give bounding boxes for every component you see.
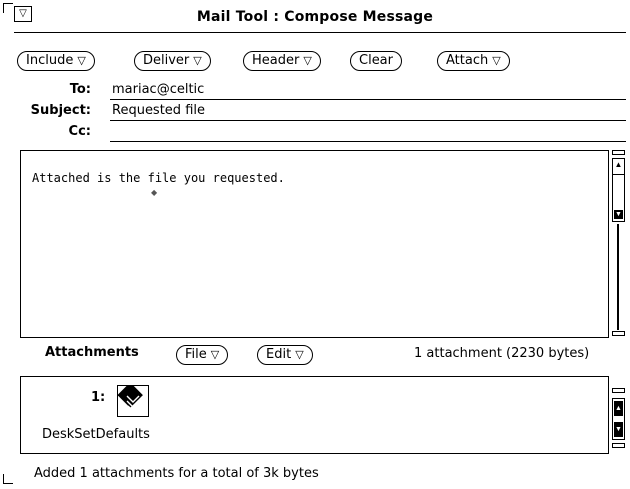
to-field-underline — [110, 99, 626, 100]
scrollbar-top-cap[interactable] — [612, 150, 625, 155]
scrollbar-thumb[interactable]: ▲ ▼ — [612, 398, 625, 440]
deliver-button[interactable]: Deliver ▽ — [134, 51, 211, 71]
scroll-down-arrow-icon[interactable]: ▼ — [614, 210, 623, 219]
cc-field-underline — [110, 141, 626, 142]
title-divider — [14, 32, 626, 33]
desk-set-icon-graphic — [117, 382, 143, 412]
clear-button-label: Clear — [359, 53, 393, 68]
status-message: Added 1 attachments for a total of 3k by… — [34, 466, 319, 481]
file-button-label: File — [185, 347, 207, 362]
scrollbar-track[interactable] — [617, 224, 619, 330]
attachment-summary: 1 attachment (2230 bytes) — [414, 346, 590, 361]
text-cursor-icon: ◆ — [151, 188, 158, 197]
scrollbar-thumb[interactable]: ▼ — [612, 175, 625, 222]
header-button-label: Header — [252, 53, 300, 68]
message-body-text[interactable]: Attached is the file you requested. — [32, 171, 285, 185]
include-button-label: Include — [26, 53, 74, 68]
scrollbar-bottom-cap[interactable] — [612, 443, 625, 448]
desk-set-file-icon[interactable] — [117, 382, 149, 417]
attachment-index: 1: — [91, 390, 106, 405]
edit-menu-button[interactable]: Edit ▽ — [257, 345, 313, 365]
attach-button-label: Attach — [446, 53, 489, 68]
attachments-scrollbar[interactable]: ▲ ▼ — [612, 388, 625, 456]
scrollbar-bottom-cap[interactable] — [612, 331, 625, 336]
attach-button[interactable]: Attach ▽ — [437, 51, 510, 71]
chevron-down-icon: ▽ — [77, 54, 86, 67]
include-button[interactable]: Include ▽ — [17, 51, 95, 71]
chevron-down-icon: ▽ — [492, 54, 501, 67]
file-menu-button[interactable]: File ▽ — [176, 345, 229, 365]
deliver-button-label: Deliver — [143, 53, 190, 68]
clear-button[interactable]: Clear — [350, 51, 402, 71]
window-corner-bottom-left — [3, 474, 13, 484]
cc-label: Cc: — [68, 124, 91, 139]
chevron-down-icon: ▽ — [210, 348, 220, 361]
subject-field[interactable]: Requested file — [112, 103, 205, 118]
chevron-down-icon: ▽ — [193, 54, 202, 67]
subject-field-underline — [110, 120, 626, 121]
subject-label: Subject: — [30, 103, 91, 118]
attachments-pane[interactable]: 1: DeskSetDefaults — [20, 376, 609, 454]
edit-button-label: Edit — [266, 347, 292, 362]
attachments-label: Attachments — [45, 345, 139, 360]
chevron-down-icon: ▽ — [295, 348, 304, 361]
scroll-up-arrow-icon[interactable]: ▲ — [614, 401, 623, 416]
scroll-up-arrow-icon[interactable]: ▲ — [612, 158, 625, 175]
scrollbar-top-cap[interactable] — [612, 388, 625, 393]
header-button[interactable]: Header ▽ — [243, 51, 321, 71]
message-scrollbar[interactable]: ▲ ▼ — [612, 150, 625, 338]
attachment-name[interactable]: DeskSetDefaults — [42, 427, 150, 442]
chevron-down-icon: ▽ — [303, 54, 312, 67]
to-label: To: — [69, 82, 91, 97]
scroll-down-arrow-icon[interactable]: ▼ — [614, 422, 623, 437]
window-title: Mail Tool : Compose Message — [196, 9, 434, 25]
to-field[interactable]: mariac@celtic — [112, 82, 204, 97]
message-body-pane[interactable]: Attached is the file you requested. ◆ — [20, 150, 609, 338]
